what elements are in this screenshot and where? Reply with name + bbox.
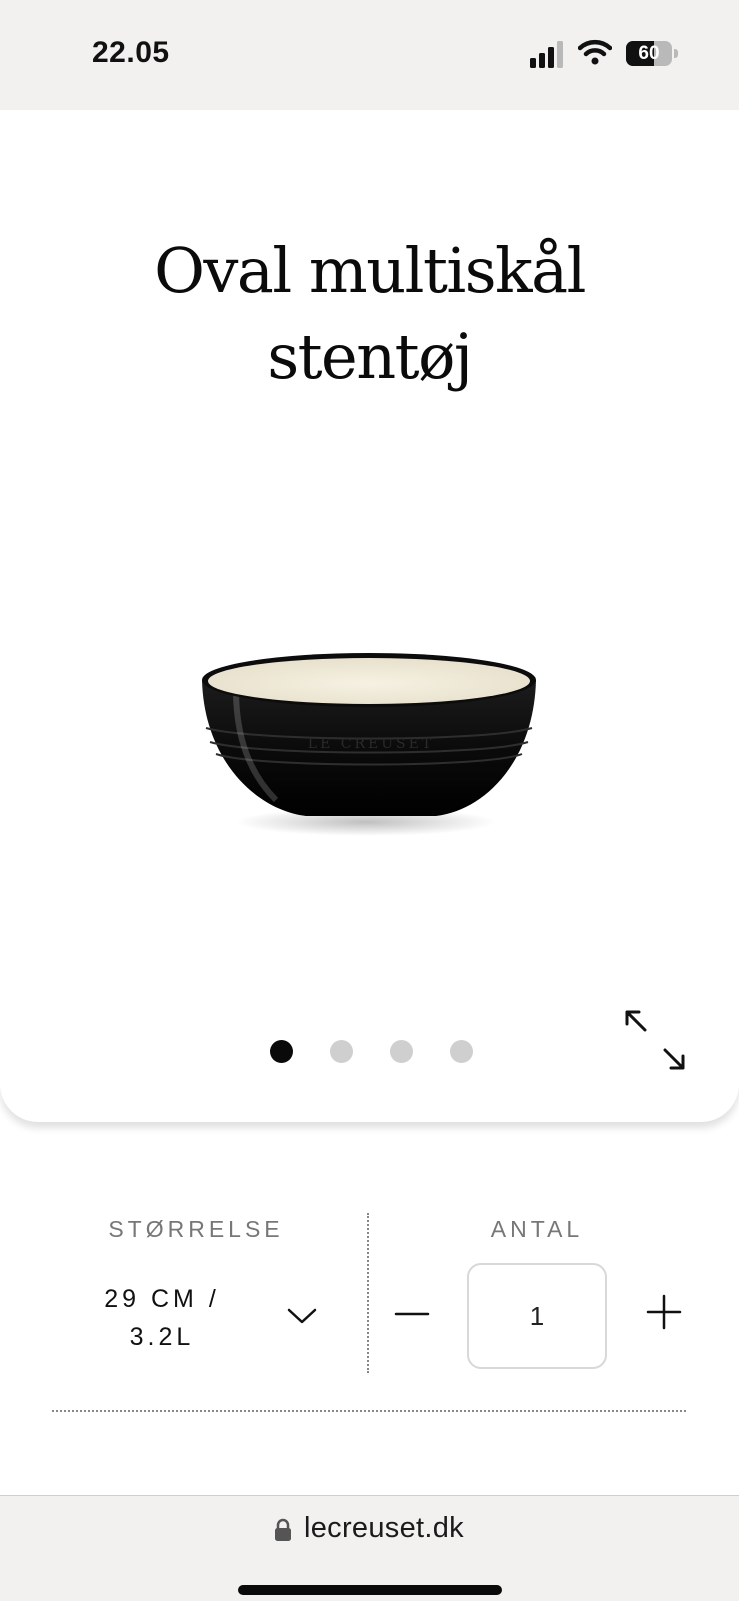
- product-options: STØRRELSE ANTAL 29 CM / 3.2L: [0, 1180, 739, 1380]
- home-indicator[interactable]: [238, 1585, 502, 1595]
- chevron-down-icon: [287, 1308, 317, 1324]
- gallery-dot-1[interactable]: [270, 1040, 293, 1063]
- product-title: Oval multiskål stentøj: [0, 228, 739, 400]
- minus-icon[interactable]: [392, 1294, 432, 1334]
- bowl-brand-text: LE CREUSET: [308, 736, 434, 752]
- battery-tip: [674, 49, 678, 58]
- gallery-pagination: [270, 1040, 480, 1064]
- gallery-dot-4[interactable]: [450, 1040, 473, 1063]
- options-bottom-divider: [52, 1410, 686, 1412]
- product-image: LE CREUSET: [202, 653, 536, 836]
- size-label: STØRRELSE: [108, 1216, 284, 1242]
- size-value-line-2: 3.2L: [129, 1323, 195, 1351]
- status-time: 22.05: [92, 36, 170, 69]
- plus-icon[interactable]: [644, 1292, 684, 1332]
- url-text[interactable]: lecreuset.dk: [304, 1512, 464, 1545]
- quantity-label: ANTAL: [490, 1216, 584, 1242]
- expand-arrows-icon[interactable]: [625, 1010, 685, 1070]
- product-card: Oval multiskål stentøj LE CREUSET: [0, 110, 739, 1122]
- lock-icon: [275, 1518, 291, 1541]
- cellular-signal-icon: [530, 41, 563, 68]
- options-divider: [367, 1213, 369, 1373]
- battery-percent: 60: [638, 43, 660, 64]
- size-select[interactable]: 29 CM / 3.2L: [82, 1280, 342, 1360]
- gallery-dot-2[interactable]: [330, 1040, 353, 1063]
- battery-icon: 60: [626, 41, 672, 66]
- gallery-dot-3[interactable]: [390, 1040, 413, 1063]
- quantity-input[interactable]: [467, 1263, 607, 1369]
- product-title-line-2: stentøj: [267, 320, 473, 393]
- size-value: 29 CM / 3.2L: [82, 1280, 242, 1356]
- size-value-line-1: 29 CM /: [104, 1285, 220, 1313]
- status-bar: 22.05 60: [0, 0, 739, 110]
- wifi-icon: [578, 39, 612, 65]
- product-title-line-1: Oval multiskål: [154, 234, 586, 307]
